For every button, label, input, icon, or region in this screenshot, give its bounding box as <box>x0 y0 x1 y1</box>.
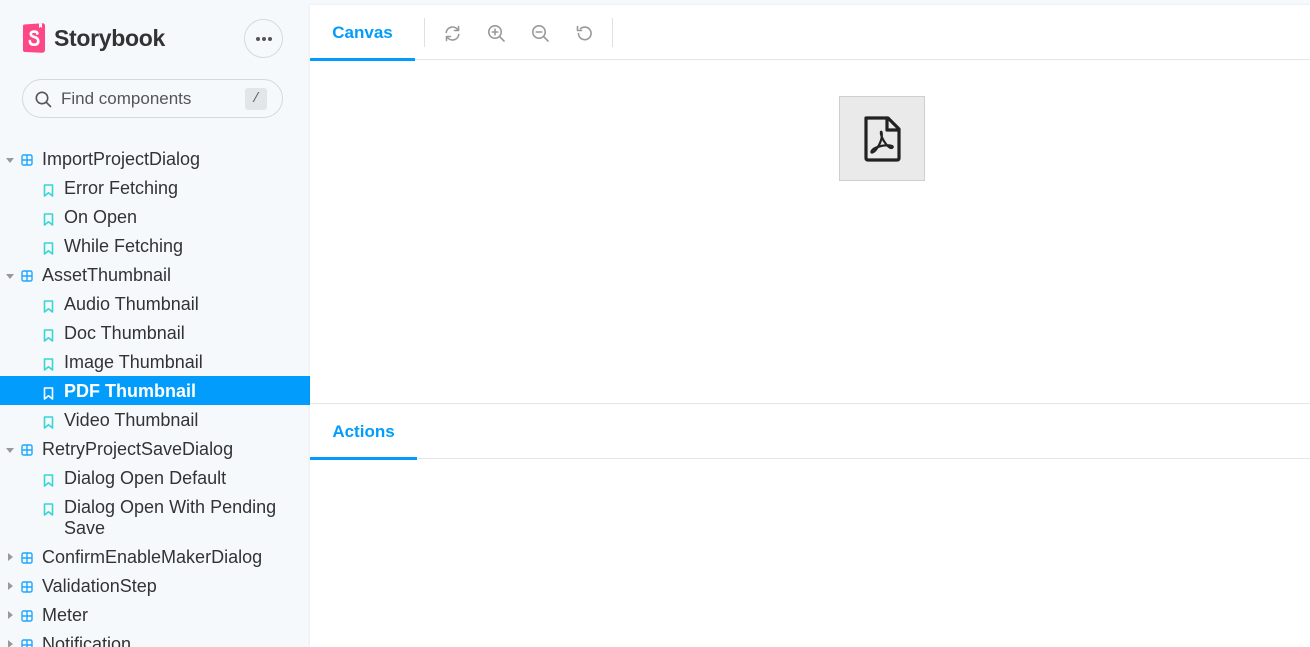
brand[interactable]: Storybook <box>22 22 165 54</box>
caret-right-icon[interactable] <box>8 640 13 647</box>
bookmark-icon <box>43 387 54 400</box>
tree-story-selected[interactable]: PDF Thumbnail <box>0 376 310 405</box>
reset-zoom-button[interactable] <box>572 21 596 45</box>
tree-item-label: Audio Thumbnail <box>64 294 199 314</box>
brand-name: Storybook <box>54 24 166 51</box>
search-input[interactable] <box>61 80 241 117</box>
tree-item-label: AssetThumbnail <box>42 265 172 285</box>
tree-component[interactable]: RetryProjectSaveDialog <box>0 434 310 463</box>
bookmark-icon <box>43 329 54 342</box>
zoom-in-button[interactable] <box>484 21 508 45</box>
tree-component[interactable]: Notification <box>0 629 310 647</box>
more-options-button[interactable] <box>244 19 283 58</box>
bookmark-icon <box>43 300 54 313</box>
tree-story[interactable]: Dialog Open Default <box>0 463 310 492</box>
reload-button[interactable] <box>440 21 464 45</box>
bookmark-icon <box>43 416 54 429</box>
preview-toolbar: Canvas <box>310 5 1310 61</box>
caret-right-icon[interactable] <box>8 611 13 619</box>
pdf-thumbnail[interactable] <box>839 96 925 181</box>
reload-icon <box>444 25 460 41</box>
reset-zoom-icon <box>576 25 592 40</box>
addons-panel: Actions <box>310 403 1310 647</box>
component-icon <box>21 444 33 456</box>
ellipsis-icon <box>255 36 272 41</box>
tree-story[interactable]: Video Thumbnail <box>0 405 310 434</box>
component-tree: ImportProjectDialog Error Fetching On Op… <box>0 144 310 647</box>
tree-item-label: On Open <box>64 207 138 227</box>
caret-right-icon[interactable] <box>8 553 13 561</box>
bookmark-icon <box>43 503 54 516</box>
caret-down-icon[interactable] <box>6 158 14 163</box>
zoom-in-icon <box>487 24 505 42</box>
toolbar-divider <box>424 18 425 47</box>
tree-item-label: While Fetching <box>64 236 184 256</box>
bookmark-icon <box>43 358 54 371</box>
caret-right-icon[interactable] <box>8 582 13 590</box>
addons-tabbar: Actions <box>310 404 1310 460</box>
bookmark-icon <box>43 474 54 487</box>
sidebar: Storybook / ImportProjectDialog Erro <box>0 0 310 647</box>
toolbar-divider <box>612 18 613 47</box>
tree-item-label: Meter <box>42 605 89 625</box>
tree-item-label: ConfirmEnableMakerDialog <box>42 547 263 567</box>
zoom-out-button[interactable] <box>528 21 552 45</box>
tree-component[interactable]: ValidationStep <box>0 571 310 600</box>
tree-story[interactable]: Error Fetching <box>0 173 310 202</box>
tree-story[interactable]: Audio Thumbnail <box>0 289 310 318</box>
search-shortcut-hint: / <box>245 88 267 110</box>
tree-item-label: Error Fetching <box>64 178 179 198</box>
bookmark-icon <box>43 184 54 197</box>
tree-story[interactable]: Dialog Open With Pending Save <box>0 492 310 542</box>
tree-component[interactable]: ConfirmEnableMakerDialog <box>0 542 310 571</box>
tree-item-label: Doc Thumbnail <box>64 323 185 343</box>
tree-component[interactable]: Meter <box>0 600 310 629</box>
bookmark-icon <box>43 242 54 255</box>
tree-item-label: Video Thumbnail <box>64 410 199 430</box>
tree-item-label: ImportProjectDialog <box>42 149 201 169</box>
tree-story[interactable]: Doc Thumbnail <box>0 318 310 347</box>
tab-canvas[interactable]: Canvas <box>310 5 415 61</box>
tree-item-label: RetryProjectSaveDialog <box>42 439 234 459</box>
story-canvas <box>310 61 1310 403</box>
tree-item-label: PDF Thumbnail <box>64 381 196 401</box>
storybook-logo-icon <box>23 23 45 53</box>
component-icon <box>21 639 33 647</box>
component-icon <box>21 154 33 166</box>
tree-item-label: Notification <box>42 634 132 647</box>
component-icon <box>21 552 33 564</box>
caret-down-icon[interactable] <box>6 448 14 453</box>
tree-story[interactable]: On Open <box>0 202 310 231</box>
pdf-file-icon <box>864 115 901 162</box>
tree-component[interactable]: AssetThumbnail <box>0 260 310 289</box>
component-icon <box>21 610 33 622</box>
storybook-app: Storybook / ImportProjectDialog Erro <box>0 0 1310 647</box>
bookmark-icon <box>43 213 54 226</box>
tree-item-label: Dialog Open With Pending Save <box>64 497 277 538</box>
component-icon <box>21 270 33 282</box>
tree-component[interactable]: ImportProjectDialog <box>0 144 310 173</box>
search-icon <box>35 91 52 108</box>
tree-story[interactable]: While Fetching <box>0 231 310 260</box>
zoom-out-icon <box>531 24 549 42</box>
tab-actions[interactable]: Actions <box>310 404 417 460</box>
tree-story[interactable]: Image Thumbnail <box>0 347 310 376</box>
tree-item-label: Image Thumbnail <box>64 352 203 372</box>
caret-down-icon[interactable] <box>6 274 14 279</box>
search-box: / <box>22 79 283 118</box>
tree-item-label: Dialog Open Default <box>64 468 227 488</box>
component-icon <box>21 581 33 593</box>
tree-item-label: ValidationStep <box>42 576 157 596</box>
preview-panel: Canvas Actions <box>310 5 1310 647</box>
